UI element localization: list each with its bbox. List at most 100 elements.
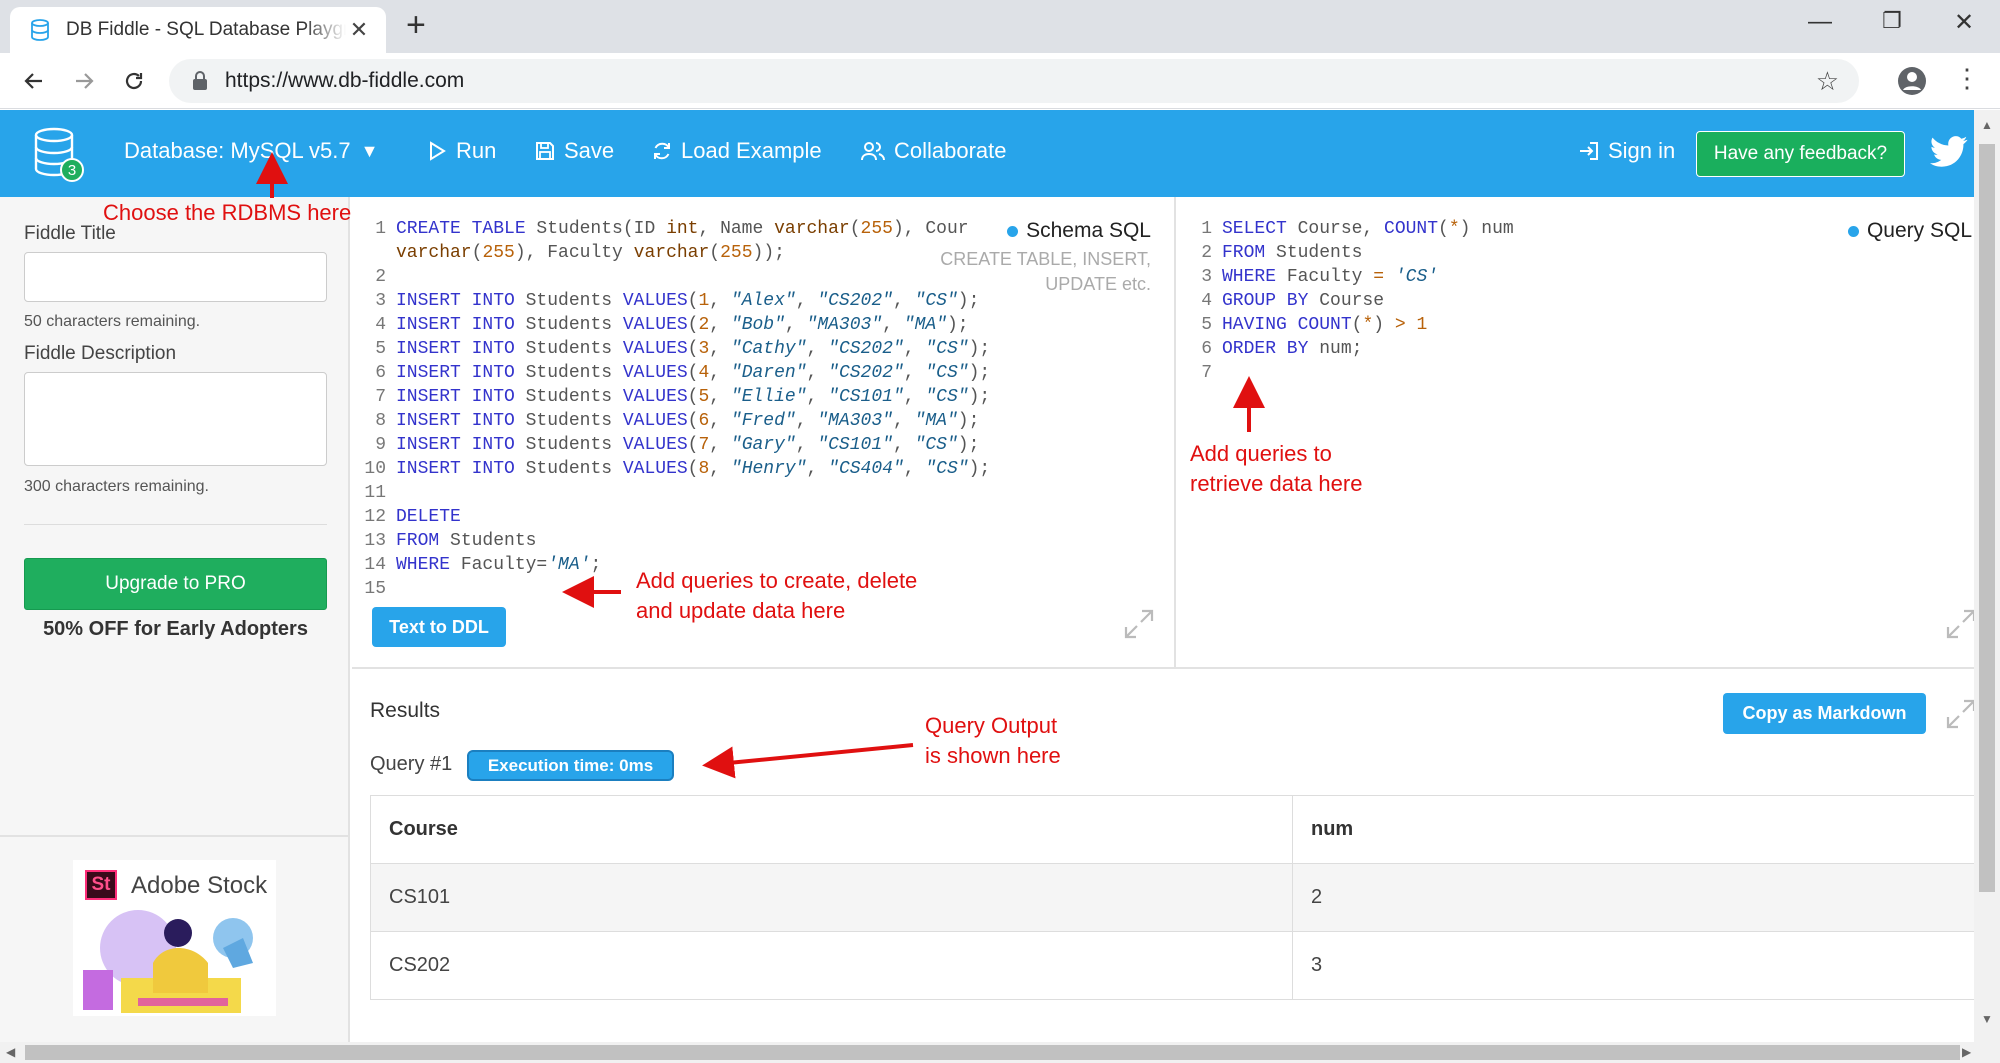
query-code[interactable]: 1 SELECT Course, COUNT(*) num 2 FROM Stude… (1178, 217, 1514, 385)
arrow-left-icon (24, 73, 42, 89)
load-example-button[interactable]: Load Example (651, 138, 822, 164)
app-header: 3 Database: MySQL v5.7 ▼ Run Save Load E… (0, 110, 1974, 197)
sign-in-label: Sign in (1608, 138, 1676, 163)
users-icon (861, 142, 885, 161)
results-table: Course num CS101 2 CS202 3 (370, 795, 1982, 1000)
code-line: 5 HAVING COUNT(*) > 1 (1201, 315, 1428, 335)
text-to-ddl-button[interactable]: Text to DDL (372, 607, 506, 647)
expand-icon[interactable] (1944, 607, 1974, 641)
table-cell: CS101 (370, 863, 1293, 932)
code-line: 6 INSERT INTO Students VALUES(4, "Daren",… (375, 363, 991, 383)
arrow-right-icon (76, 73, 94, 89)
query-annotation-line-1: Add queries to (1190, 441, 1332, 466)
restore-button[interactable]: ❐ (1872, 8, 1912, 34)
ad-brand-text: Adobe Stock (131, 872, 268, 899)
schema-code[interactable]: 1 CREATE TABLE Students(ID int, Name varc… (352, 217, 990, 601)
feedback-button[interactable]: Have any feedback? (1696, 131, 1905, 177)
table-row: CS202 3 (370, 931, 1982, 1000)
browser-tabstrip: DB Fiddle - SQL Database Playground ✕ + … (0, 0, 2000, 53)
browser-tab[interactable]: DB Fiddle - SQL Database Playground ✕ (10, 7, 386, 53)
code-line: 13 FROM Students (364, 531, 537, 551)
expand-icon[interactable] (1944, 697, 1978, 731)
code-line: 12 DELETE (364, 507, 461, 527)
adobe-stock-ad[interactable]: St Adobe Stock (73, 860, 276, 1016)
minimize-button[interactable]: — (1800, 8, 1840, 36)
code-line: 5 INSERT INTO Students VALUES(3, "Cathy",… (375, 339, 991, 359)
code-line: 11 (364, 483, 386, 503)
sidebar-divider-ad (0, 835, 350, 837)
blue-dot-icon (1847, 225, 1859, 237)
back-button[interactable] (16, 63, 52, 99)
tab-title: DB Fiddle - SQL Database Playground (66, 19, 346, 40)
collaborate-button[interactable]: Collaborate (860, 138, 1007, 164)
scroll-up-icon[interactable]: ▲ (1981, 118, 1993, 132)
schema-subtitle-line-1: CREATE TABLE, INSERT, (940, 249, 1151, 269)
url-text: https://www.db-fiddle.com (225, 69, 465, 92)
query-sql-editor[interactable]: 1 SELECT Course, COUNT(*) num 2 FROM Stude… (1178, 197, 1974, 667)
schema-sql-subtitle: CREATE TABLE, INSERT, UPDATE etc. (940, 247, 1151, 297)
sign-in-button[interactable]: Sign in (1578, 138, 1675, 164)
close-window-button[interactable]: ✕ (1944, 8, 1984, 37)
query-annotation-line-2: retrieve data here (1190, 471, 1363, 496)
load-example-label: Load Example (681, 138, 822, 163)
sign-in-icon (1580, 142, 1598, 160)
query-annotation: Add queries to retrieve data here (1190, 439, 1362, 499)
bookmark-star-icon[interactable]: ☆ (1816, 66, 1839, 97)
browser-menu-icon[interactable]: ⋮ (1954, 63, 1980, 94)
schema-annotation-line-2: and update data here (636, 598, 846, 623)
scroll-right-icon[interactable]: ▶ (1962, 1045, 1971, 1059)
profile-avatar-icon[interactable] (1897, 66, 1927, 96)
copy-as-markdown-button[interactable]: Copy as Markdown (1723, 693, 1926, 734)
scroll-down-icon[interactable]: ▼ (1981, 1012, 1993, 1026)
code-line: 8 INSERT INTO Students VALUES(6, "Fred", … (375, 411, 980, 431)
database-selector[interactable]: Database: MySQL v5.7 ▼ (124, 138, 378, 164)
table-cell: 2 (1292, 863, 1982, 932)
twitter-icon[interactable] (1930, 136, 1968, 168)
browser-toolbar: https://www.db-fiddle.com ☆ ⋮ (0, 53, 2000, 109)
reload-icon (125, 72, 143, 90)
code-line: 2 (375, 267, 386, 287)
new-tab-button[interactable]: + (406, 6, 426, 45)
fiddle-title-input[interactable] (24, 252, 327, 302)
sidebar: Fiddle Title 50 characters remaining. Fi… (0, 197, 350, 1042)
save-label: Save (564, 138, 615, 163)
results-title: Results (370, 699, 441, 722)
run-label: Run (456, 138, 497, 163)
horizontal-scrollbar[interactable]: ◀ ▶ (0, 1042, 2000, 1063)
table-row: CS101 2 (370, 863, 1982, 932)
save-button[interactable]: Save (534, 138, 614, 164)
fiddle-description-input[interactable] (24, 372, 327, 466)
upgrade-to-pro-button[interactable]: Upgrade to PRO (24, 558, 327, 610)
fiddle-count-badge: 3 (60, 158, 84, 182)
output-annotation: Query Output is shown here (925, 711, 1061, 771)
blue-dot-icon (1007, 225, 1019, 237)
close-tab-icon[interactable]: ✕ (346, 17, 372, 43)
code-line: 10 INSERT INTO Students VALUES(8, "Henry"… (364, 459, 991, 479)
fiddle-title-hint: 50 characters remaining. (24, 313, 201, 330)
column-header: num (1292, 795, 1982, 864)
table-header-row: Course num (370, 795, 1982, 864)
code-line: varchar(255), Faculty varchar(255)); (396, 243, 785, 263)
scroll-left-icon[interactable]: ◀ (6, 1045, 15, 1059)
caret-down-icon: ▼ (360, 140, 379, 161)
table-cell: 3 (1292, 931, 1982, 1000)
reload-button[interactable] (116, 63, 152, 99)
vertical-scrollbar[interactable]: ▲ ▼ (1974, 110, 2000, 1042)
run-button[interactable]: Run (426, 138, 496, 164)
code-line: 2 FROM Students (1201, 243, 1363, 263)
lock-icon (193, 71, 207, 90)
expand-icon[interactable] (1122, 607, 1156, 641)
address-bar[interactable]: https://www.db-fiddle.com ☆ (169, 59, 1859, 103)
code-line: 4 INSERT INTO Students VALUES(2, "Bob", "… (375, 315, 969, 335)
forward-button[interactable] (66, 63, 102, 99)
code-line: 3 INSERT INTO Students VALUES(1, "Alex", … (375, 291, 980, 311)
code-line: 4 GROUP BY Course (1201, 291, 1385, 311)
query-number-label: Query #1 (370, 753, 453, 775)
vertical-scroll-thumb[interactable] (1979, 144, 1995, 892)
code-line: 1 CREATE TABLE Students(ID int, Name varc… (375, 219, 969, 239)
output-annotation-line-2: is shown here (925, 743, 1061, 768)
horizontal-scroll-thumb[interactable] (25, 1045, 1960, 1060)
code-line: 7 (1201, 363, 1212, 383)
code-line: 6 ORDER BY num; (1201, 339, 1363, 359)
query-sql-tag: Query SQL (1847, 219, 1972, 243)
